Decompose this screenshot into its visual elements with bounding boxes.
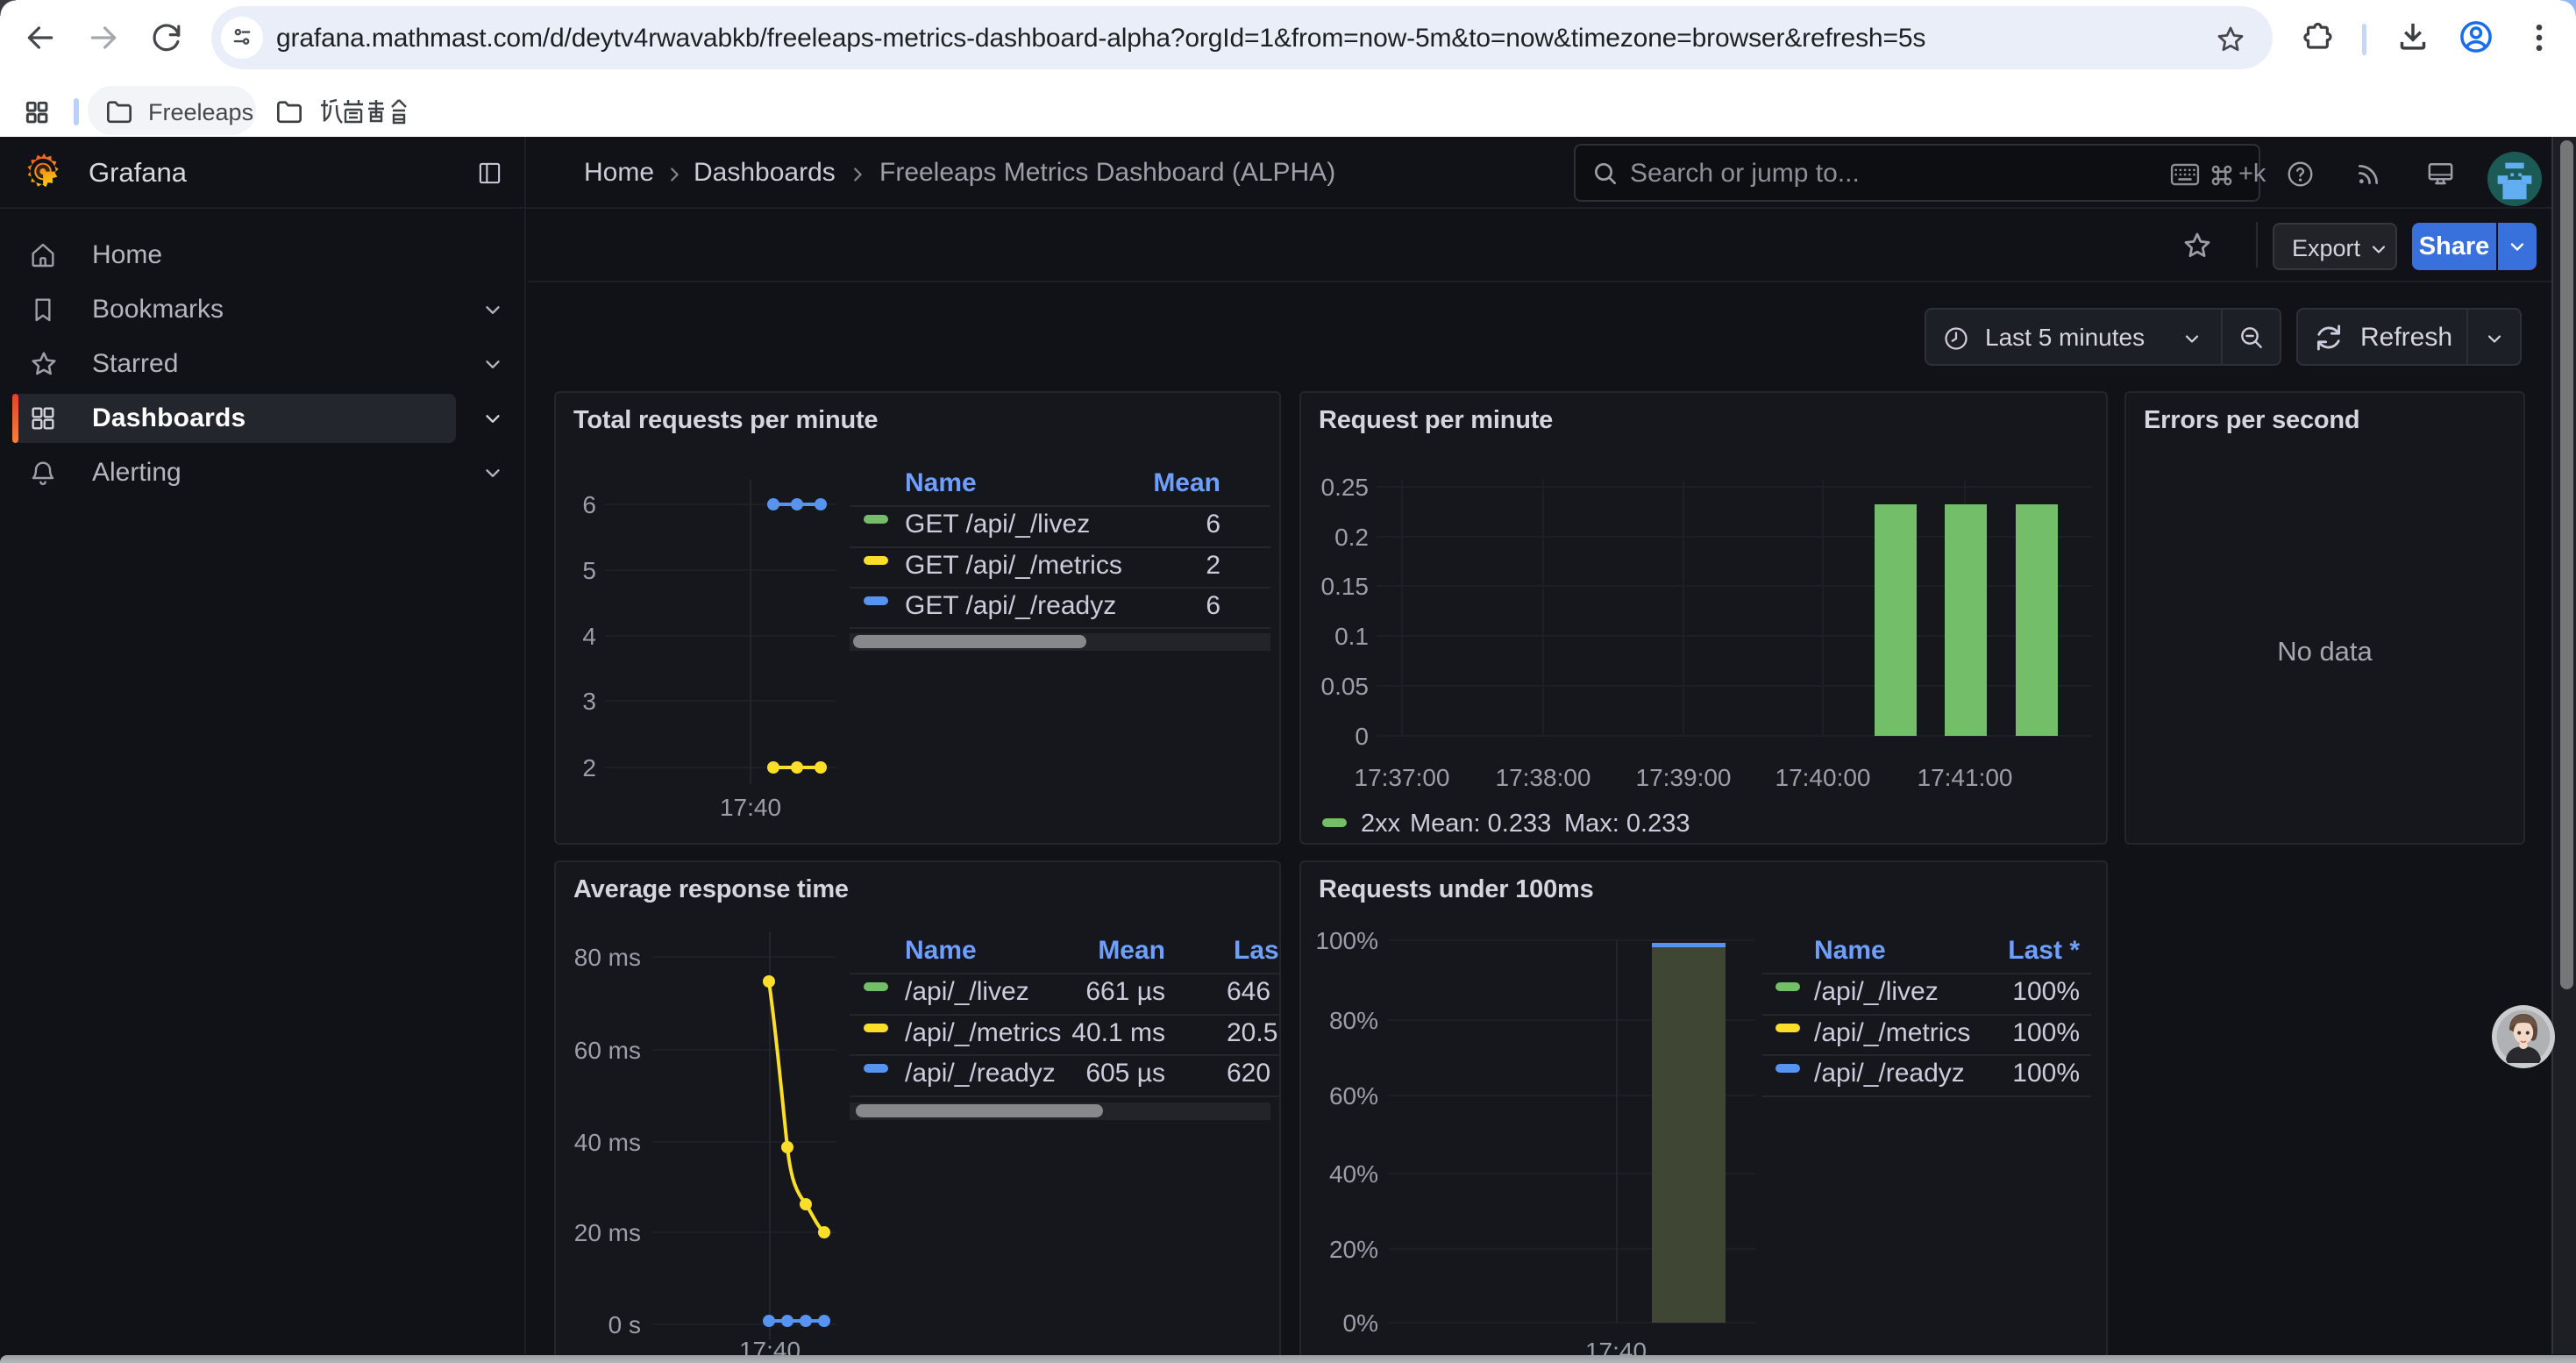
svg-text:0.2: 0.2 <box>1334 524 1369 551</box>
svg-text:0: 0 <box>1355 723 1369 750</box>
svg-text:0 s: 0 s <box>608 1311 641 1338</box>
svg-text:Max: 0.233: Max: 0.233 <box>1564 810 1690 838</box>
svg-text:17:41:00: 17:41:00 <box>1918 764 2013 791</box>
svg-text:20%: 20% <box>1329 1236 1378 1263</box>
svg-text:0.05: 0.05 <box>1321 673 1370 700</box>
svg-text:2: 2 <box>582 754 596 781</box>
svg-text:0.15: 0.15 <box>1321 573 1370 600</box>
svg-text:17:38:00: 17:38:00 <box>1496 764 1591 791</box>
svg-text:17:39:00: 17:39:00 <box>1636 764 1732 791</box>
svg-text:17:37:00: 17:37:00 <box>1355 764 1450 791</box>
svg-text:40%: 40% <box>1329 1160 1378 1188</box>
svg-text:60 ms: 60 ms <box>574 1037 641 1064</box>
svg-text:80%: 80% <box>1329 1007 1378 1034</box>
svg-text:3: 3 <box>582 688 596 715</box>
svg-text:6: 6 <box>582 491 596 518</box>
svg-text:17:40: 17:40 <box>720 794 781 821</box>
svg-text:100%: 100% <box>1315 927 1378 954</box>
svg-text:4: 4 <box>582 623 596 650</box>
svg-text:0%: 0% <box>1343 1309 1378 1337</box>
svg-text:20 ms: 20 ms <box>574 1219 641 1246</box>
svg-text:Mean: 0.233: Mean: 0.233 <box>1410 810 1551 838</box>
svg-text:5: 5 <box>582 557 596 584</box>
svg-text:17:40:00: 17:40:00 <box>1775 764 1871 791</box>
svg-text:80 ms: 80 ms <box>574 944 641 971</box>
svg-text:60%: 60% <box>1329 1082 1378 1110</box>
svg-text:0.25: 0.25 <box>1321 474 1370 501</box>
svg-text:0.1: 0.1 <box>1334 623 1369 650</box>
svg-text:2xx: 2xx <box>1361 810 1401 838</box>
svg-text:40 ms: 40 ms <box>574 1129 641 1156</box>
